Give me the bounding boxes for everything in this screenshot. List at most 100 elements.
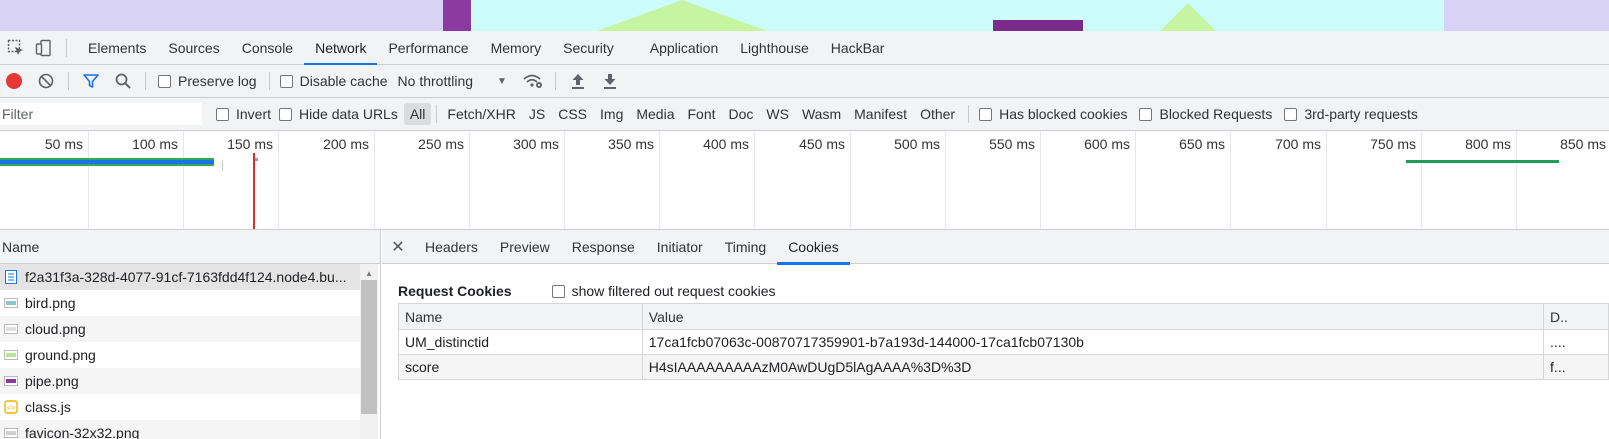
request-row[interactable]: cloud.png [0, 316, 360, 342]
tab-network[interactable]: Network [304, 31, 378, 66]
cookie-row[interactable]: UM_distinctid 17ca1fcb07063c-008707173599… [398, 329, 1609, 355]
record-icon [6, 73, 22, 89]
network-conditions-button[interactable] [517, 66, 549, 96]
checkbox-box [216, 107, 229, 121]
column-header-name[interactable]: Name [398, 303, 643, 330]
request-cookies-title: Request Cookies [398, 283, 512, 299]
import-har-button[interactable] [562, 66, 594, 96]
invert-checkbox[interactable]: Invert [216, 106, 271, 122]
game-hill [597, 0, 767, 31]
disable-cache-checkbox[interactable]: Disable cache [279, 73, 388, 89]
detail-tab-cookies[interactable]: Cookies [777, 230, 850, 265]
filter-input[interactable] [0, 103, 202, 125]
checkbox-box [551, 284, 565, 298]
has-blocked-cookies-checkbox[interactable]: Has blocked cookies [979, 106, 1127, 122]
timeline-overview[interactable]: 50 ms 100 ms 150 ms 200 ms 250 ms 300 ms 350 m… [0, 131, 1609, 230]
search-icon [115, 73, 131, 89]
name-column-header[interactable]: Name [0, 230, 380, 264]
timeline-tick-label: 500 ms [894, 136, 940, 152]
timeline-tick-label: 650 ms [1179, 136, 1225, 152]
hide-data-urls-checkbox[interactable]: Hide data URLs [279, 106, 398, 122]
tab-lighthouse[interactable]: Lighthouse [729, 31, 820, 65]
type-filter-all[interactable]: All [403, 103, 432, 125]
image-icon [4, 322, 18, 336]
hide-data-urls-label: Hide data URLs [299, 106, 398, 122]
type-filter-css[interactable]: CSS [552, 103, 593, 125]
inspect-element-icon[interactable] [2, 31, 30, 65]
filter-bar: Invert Hide data URLs All Fetch/XHRJSCSSI… [0, 98, 1609, 131]
request-list-scrollbar[interactable]: ▲ [360, 264, 378, 439]
cookie-row[interactable]: score H4sIAAAAAAAAAzM0AwDUgD5lAgAAAA%3D%3… [398, 354, 1609, 380]
tab-performance[interactable]: Performance [377, 31, 479, 65]
tab-console[interactable]: Console [231, 31, 304, 65]
type-filter-font[interactable]: Font [682, 103, 722, 125]
image-icon [4, 348, 18, 362]
record-button[interactable] [0, 66, 30, 96]
request-row[interactable]: pipe.png [0, 368, 360, 394]
export-har-button[interactable] [594, 66, 626, 96]
blocked-requests-label: Blocked Requests [1159, 106, 1273, 122]
detail-tab-initiator[interactable]: Initiator [646, 230, 714, 264]
clear-button[interactable] [30, 66, 62, 96]
blocked-requests-checkbox[interactable]: Blocked Requests [1139, 106, 1272, 122]
cookies-table: Name Value D.. UM_distinctid 17ca1fcb07063c… [398, 303, 1609, 380]
column-header-d[interactable]: D.. [1543, 303, 1609, 330]
request-cookies-header: Request Cookies show filtered out reques… [382, 278, 1609, 304]
preserve-log-checkbox[interactable]: Preserve log [158, 73, 257, 89]
device-toolbar-icon[interactable] [30, 31, 58, 65]
type-filter-ws[interactable]: WS [760, 103, 795, 125]
type-filter-wasm[interactable]: Wasm [796, 103, 847, 125]
type-filter-doc[interactable]: Doc [723, 103, 760, 125]
type-filter-manifest[interactable]: Manifest [848, 103, 913, 125]
request-row[interactable]: ground.png [0, 342, 360, 368]
tab-sources[interactable]: Sources [157, 31, 230, 65]
tab-hackbar[interactable]: HackBar [820, 31, 896, 65]
request-row[interactable]: <> class.js [0, 394, 360, 420]
request-name: ground.png [25, 347, 96, 363]
type-filter-fetch-xhr[interactable]: Fetch/XHR [441, 103, 521, 125]
third-party-requests-checkbox[interactable]: 3rd-party requests [1284, 106, 1418, 122]
column-header-value[interactable]: Value [641, 303, 1545, 330]
request-name: class.js [25, 399, 71, 415]
close-icon: ✕ [391, 238, 405, 256]
throttling-select[interactable]: No throttling ▼ [398, 73, 507, 89]
timeline-gridline [754, 131, 755, 229]
toolbar-divider [66, 38, 67, 57]
checkbox-box [279, 74, 293, 88]
tab-elements[interactable]: Elements [77, 31, 157, 65]
close-detail-button[interactable]: ✕ [382, 237, 414, 257]
request-row[interactable]: f2a31f3a-328d-4077-91cf-7163fdd4f124.nod… [0, 264, 360, 290]
game-hill [1160, 3, 1216, 31]
search-button[interactable] [107, 66, 139, 96]
type-filter-img[interactable]: Img [594, 103, 629, 125]
timeline-gridline [945, 131, 946, 229]
tab-security[interactable]: Security [552, 31, 625, 65]
toolbar-divider [268, 72, 270, 90]
type-filter-media[interactable]: Media [630, 103, 680, 125]
timeline-tick-label: 800 ms [1465, 136, 1511, 152]
type-filter-other[interactable]: Other [914, 103, 961, 125]
scrollbar-thumb[interactable] [361, 280, 377, 414]
tab-memory[interactable]: Memory [480, 31, 553, 65]
download-icon [603, 74, 616, 89]
type-filter-js[interactable]: JS [523, 103, 551, 125]
tab-application[interactable]: Application [639, 31, 730, 65]
timeline-tick-label: 850 ms [1560, 136, 1606, 152]
detail-tab-preview[interactable]: Preview [489, 230, 561, 264]
detail-tab-timing[interactable]: Timing [714, 230, 778, 264]
script-icon: <> [4, 400, 18, 414]
timeline-tick-label: 250 ms [418, 136, 464, 152]
cookie-name-cell: UM_distinctid [398, 329, 643, 355]
detail-tab-headers[interactable]: Headers [414, 230, 489, 264]
request-row[interactable]: favicon-32x32.png [0, 420, 360, 439]
game-pipe [443, 0, 471, 31]
checkbox-box [1284, 107, 1298, 121]
detail-tab-response[interactable]: Response [561, 230, 646, 264]
timeline-tick-label: 550 ms [989, 136, 1035, 152]
request-row[interactable]: bird.png [0, 290, 360, 316]
filter-toggle-button[interactable] [75, 66, 107, 96]
show-filtered-cookies-checkbox[interactable]: show filtered out request cookies [551, 283, 775, 299]
timeline-tick-label: 400 ms [703, 136, 749, 152]
cookie-value-cell: H4sIAAAAAAAAAzM0AwDUgD5lAgAAAA%3D%3D [641, 354, 1545, 380]
scroll-up-arrow-icon[interactable]: ▲ [365, 269, 373, 278]
